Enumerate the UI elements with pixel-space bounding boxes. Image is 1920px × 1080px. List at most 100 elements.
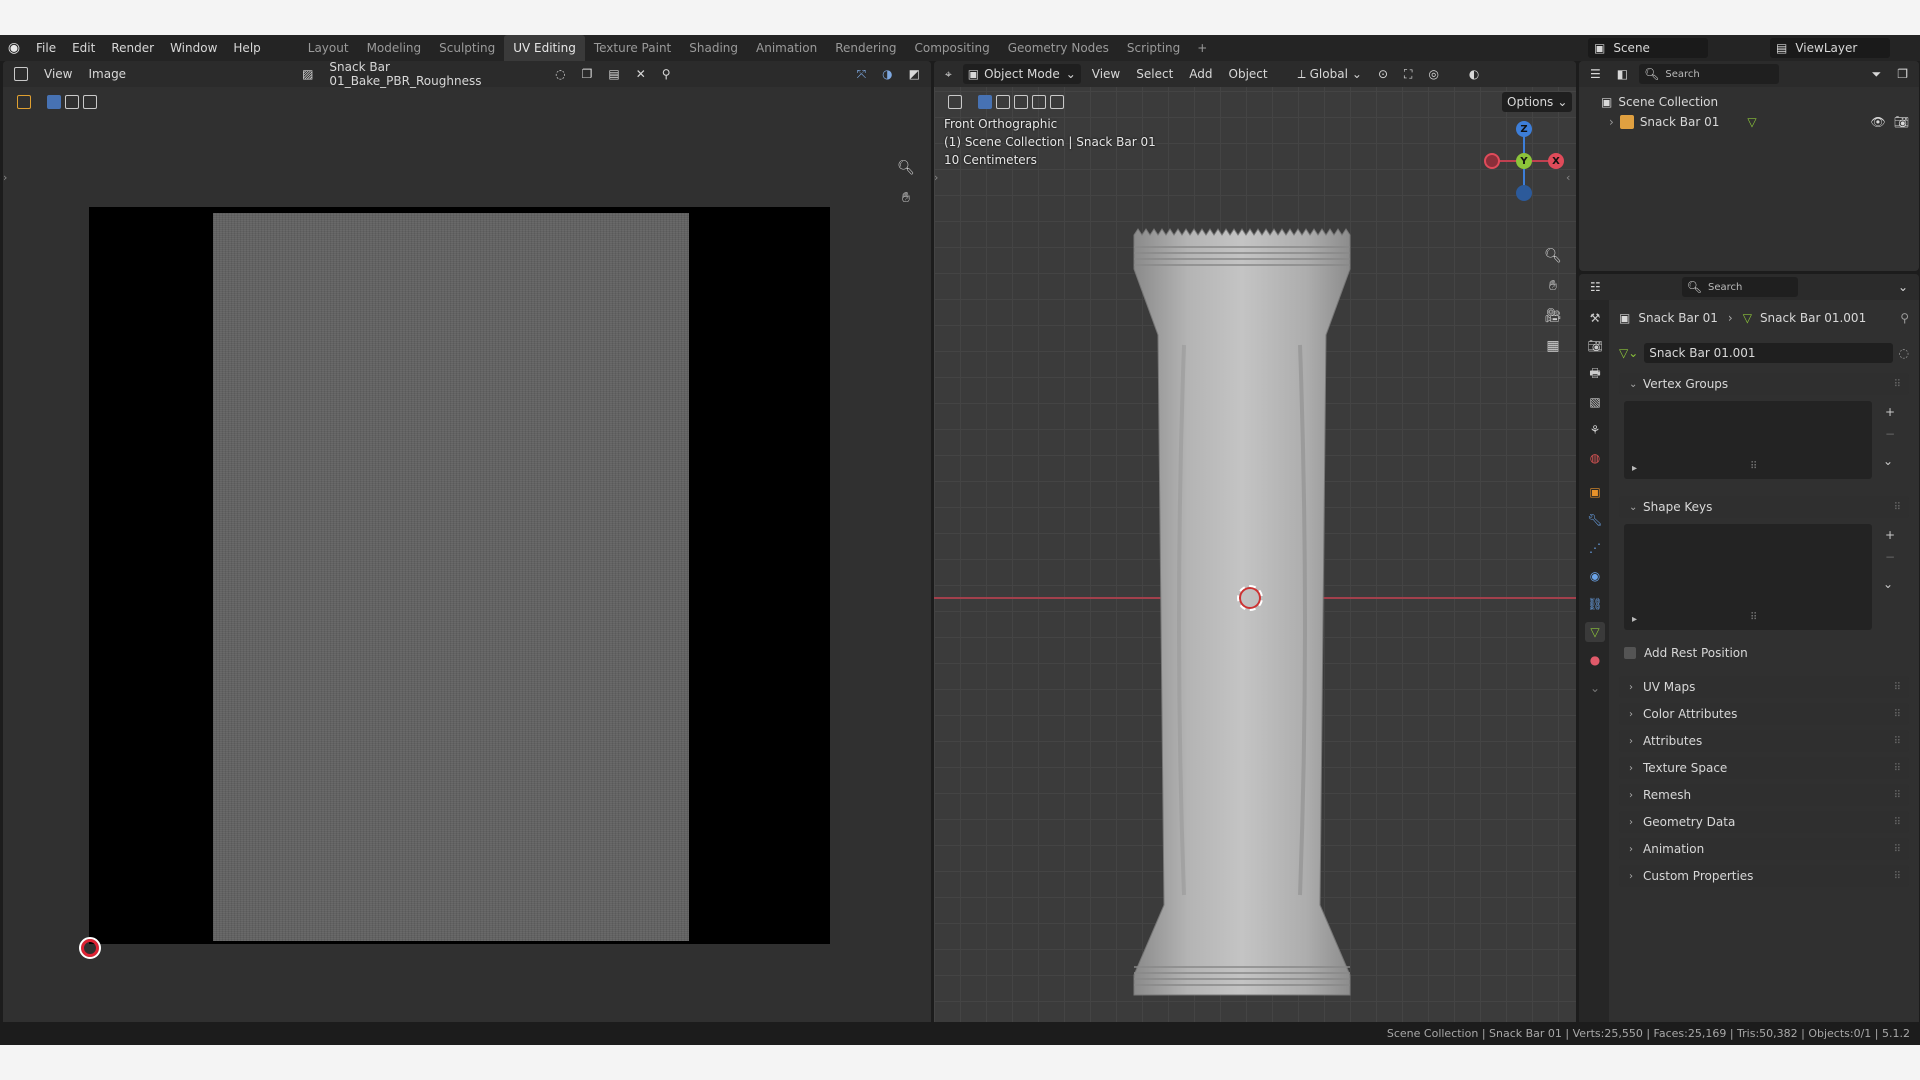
3d-cursor-icon[interactable] (1237, 585, 1263, 611)
select-new-icon[interactable] (47, 95, 61, 109)
shape-keys-list[interactable]: ▸ ⠿ (1624, 524, 1872, 630)
neg-z-axis-button[interactable] (1516, 185, 1532, 201)
tab-sculpting[interactable]: Sculpting (430, 35, 504, 61)
menu-window[interactable]: Window (162, 35, 225, 61)
vertex-groups-menu-icon[interactable]: ⌄ (1883, 454, 1893, 468)
camera-render-icon[interactable]: 📷︎ (1894, 115, 1909, 129)
custom-properties-grip-icon[interactable]: ⠿ (1894, 871, 1901, 882)
vertex-groups-expand-icon[interactable]: ▸ (1632, 463, 1637, 474)
properties-editor-type[interactable]: ☷ (1585, 277, 1606, 297)
animation-panel-header[interactable]: › Animation ⠿ (1619, 838, 1909, 860)
tab-scripting[interactable]: Scripting (1118, 35, 1189, 61)
viewport-object-menu[interactable]: Object (1224, 64, 1273, 84)
menu-help[interactable]: Help (225, 35, 268, 61)
modifier-tab-icon[interactable]: 🔧︎ (1585, 510, 1605, 530)
view-layer-tab-icon[interactable]: ▧ (1585, 392, 1605, 412)
select-subtract-icon[interactable] (83, 95, 97, 109)
mesh-name-field[interactable]: Snack Bar 01.001 (1644, 343, 1893, 363)
viewport-sidebar-toggle-icon[interactable]: ‹ (1566, 171, 1570, 184)
constraints-tab-icon[interactable]: ⛓ (1585, 594, 1605, 614)
image-menu[interactable]: Image (83, 64, 131, 84)
remesh-panel-header[interactable]: › Remesh ⠿ (1619, 784, 1909, 806)
add-rest-position-checkbox[interactable] (1624, 647, 1636, 659)
shape-keys-resize-icon[interactable]: ⠿ (1750, 612, 1757, 623)
vertex-groups-panel-header[interactable]: ⌄ Vertex Groups ⠿ (1619, 373, 1909, 395)
geometry-data-grip-icon[interactable]: ⠿ (1894, 817, 1901, 828)
mesh-data-icon[interactable]: ▽ (1747, 115, 1756, 129)
fake-user-icon[interactable]: ◌ (550, 64, 570, 84)
new-image-icon[interactable]: ❐ (577, 64, 598, 84)
vertex-groups-list[interactable]: ▸ ⠿ (1624, 401, 1872, 479)
remove-vertex-group-button[interactable]: − (1885, 427, 1895, 441)
navigation-gizmo[interactable]: Z X Y (1484, 121, 1564, 201)
expand-arrow-icon[interactable]: › (1609, 115, 1614, 129)
x-axis-button[interactable]: X (1548, 153, 1564, 169)
view-menu[interactable]: View (39, 64, 77, 84)
pin-properties-icon[interactable]: ⚲ (1900, 311, 1909, 325)
particles-tab-icon[interactable]: ⋰ (1585, 538, 1605, 558)
more-tabs-icon[interactable]: ⌄ (1585, 678, 1605, 698)
viewport-select-intersect-icon[interactable] (1050, 95, 1064, 109)
pivot-icon[interactable]: ⊙ (1373, 64, 1393, 84)
viewport-pan-icon[interactable]: ✋︎ (1540, 273, 1566, 299)
view-layer-selector[interactable]: ▤ ViewLayer (1770, 38, 1890, 58)
viewport-add-menu[interactable]: Add (1184, 64, 1217, 84)
image-name-field[interactable]: Snack Bar 01_Bake_PBR_Roughness (324, 61, 544, 88)
snap-icon[interactable]: ⛶ (1399, 64, 1417, 84)
scene-selector[interactable]: ▣ Scene (1588, 38, 1708, 58)
uv-maps-grip-icon[interactable]: ⠿ (1894, 682, 1901, 693)
world-tab-icon[interactable]: ◍ (1585, 448, 1605, 468)
new-collection-icon[interactable]: ❐ (1892, 64, 1913, 84)
viewport-toolbar-toggle-icon[interactable]: › (934, 171, 938, 184)
vertex-groups-resize-icon[interactable]: ⠿ (1750, 461, 1757, 472)
viewport-select-new-icon[interactable] (978, 95, 992, 109)
overlay-icon[interactable]: ◑ (877, 64, 897, 84)
tab-compositing[interactable]: Compositing (905, 35, 998, 61)
pan-hand-icon[interactable]: ✋︎ (893, 185, 919, 211)
remesh-grip-icon[interactable]: ⠿ (1894, 790, 1901, 801)
toolbar-toggle-icon[interactable]: › (3, 171, 7, 184)
render-tab-icon[interactable]: 📷︎ (1585, 336, 1605, 356)
neg-x-axis-button[interactable] (1484, 153, 1500, 169)
tab-rendering[interactable]: Rendering (826, 35, 905, 61)
image-browse-button[interactable]: ▨ (297, 64, 318, 84)
scene-tab-icon[interactable]: ⚘ (1585, 420, 1605, 440)
viewport-zoom-icon[interactable]: 🔍︎ (1540, 243, 1566, 269)
physics-tab-icon[interactable]: ◉ (1585, 566, 1605, 586)
select-tool-icon[interactable] (17, 95, 31, 109)
tool-tab-icon[interactable]: ⚒ (1585, 308, 1605, 328)
outliner-editor-type[interactable]: ☰ (1585, 64, 1606, 84)
display-mode-icon[interactable]: ◧ (1612, 64, 1633, 84)
display-channels-icon[interactable]: ◩ (904, 64, 925, 84)
shape-keys-grip-icon[interactable]: ⠿ (1894, 502, 1901, 513)
outliner-object-row[interactable]: › Snack Bar 01 ▽ 👁︎ 📷︎ (1609, 111, 1909, 133)
object-tab-icon[interactable]: ▣ (1585, 482, 1605, 502)
viewport-select-invert-icon[interactable] (1032, 95, 1046, 109)
remove-shape-key-button[interactable]: − (1885, 550, 1895, 564)
tab-shading[interactable]: Shading (680, 35, 747, 61)
color-attributes-grip-icon[interactable]: ⠿ (1894, 709, 1901, 720)
tab-animation[interactable]: Animation (747, 35, 826, 61)
blender-logo-icon[interactable]: ◉ (0, 35, 28, 61)
output-tab-icon[interactable]: 🖶 (1585, 364, 1605, 384)
editor-type-button[interactable] (9, 64, 33, 84)
material-tab-icon[interactable]: ● (1585, 650, 1605, 670)
orientation-dropdown[interactable]: ⟂ Global ⌄ (1293, 64, 1367, 84)
camera-view-icon[interactable]: 🎥︎ (1540, 303, 1566, 329)
add-rest-position-row[interactable]: Add Rest Position (1624, 642, 1748, 664)
visibility-icon[interactable]: ◐ (1464, 64, 1484, 84)
custom-properties-panel-header[interactable]: › Custom Properties ⠿ (1619, 865, 1909, 887)
animation-grip-icon[interactable]: ⠿ (1894, 844, 1901, 855)
viewport-select-menu[interactable]: Select (1131, 64, 1178, 84)
mode-dropdown[interactable]: ▣ Object Mode ⌄ (962, 64, 1081, 84)
2d-cursor-icon[interactable] (79, 937, 101, 959)
snack-bar-model[interactable] (1124, 225, 1364, 1005)
shape-keys-menu-icon[interactable]: ⌄ (1883, 577, 1893, 591)
texture-space-grip-icon[interactable]: ⠿ (1894, 763, 1901, 774)
open-image-icon[interactable]: ▤ (603, 64, 624, 84)
tab-modeling[interactable]: Modeling (358, 35, 431, 61)
properties-search-input[interactable]: 🔍︎ Search (1681, 277, 1798, 297)
tab-layout[interactable]: Layout (299, 35, 358, 61)
viewport-select-extend-icon[interactable] (996, 95, 1010, 109)
attributes-panel-header[interactable]: › Attributes ⠿ (1619, 730, 1909, 752)
